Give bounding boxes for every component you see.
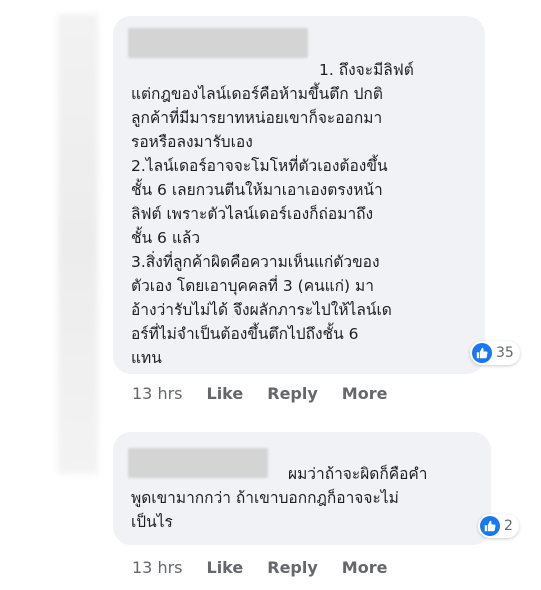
comment-line: รอหรือลงมารับเอง	[131, 133, 253, 151]
reaction-count: 35	[496, 345, 514, 361]
comment-bubble: ผมว่าถ้าจะผิดก็คือคำ พูดเขามากกว่า ถ้าเข…	[113, 432, 491, 545]
comment-line: อ้างว่ารับไม่ได้ จึงผลักภาระไปให้ไลน์เด	[131, 301, 392, 319]
comment-actions: 13 hrs Like Reply More	[132, 384, 411, 403]
comment-line: 2.ไลน์เดอร์อาจจะโมโหที่ตัวเองต้องขึ้น	[131, 157, 388, 175]
blurred-author-name[interactable]	[128, 448, 268, 478]
like-icon	[472, 343, 492, 363]
reaction-count: 2	[504, 518, 513, 534]
comment-line: เป็นไร	[131, 513, 173, 531]
comment-line: ชั้น 6 แล้ว	[131, 229, 201, 247]
comment-line: พูดเขามากกว่า ถ้าเขาบอกกฎก็อาจจะไม่	[131, 489, 399, 507]
blurred-author-name[interactable]	[128, 28, 308, 58]
comment-line: ชั้น 6 เลยกวนตีนให้มาเอาเองตรงหน้า	[131, 181, 383, 199]
comment-line: 3.สิ่งที่ลูกค้าผิดคือความเห็นแก่ตัวของ	[131, 253, 380, 271]
more-button[interactable]: More	[342, 384, 388, 403]
comment-first-line: 1. ถึงจะมีลิฟต์	[319, 61, 414, 79]
comment-line: ตัวเอง โดยเอาบุคคลที่ 3 (คนแก่) มา	[131, 277, 374, 295]
comment-first-line: ผมว่าถ้าจะผิดก็คือคำ	[288, 465, 428, 483]
comment-line: แทน	[131, 349, 162, 367]
reaction-count-badge[interactable]: 35	[470, 341, 520, 365]
like-icon	[480, 516, 500, 536]
reaction-count-badge[interactable]: 2	[478, 514, 519, 538]
comment-line: แต่กฎของไลน์เดอร์คือห้ามขึ้นตึก ปกติ	[131, 85, 383, 103]
comment-line: ลิฟต์ เพราะตัวไลน์เดอร์เองก็ถ่อมาถึง	[131, 205, 374, 223]
comment-actions: 13 hrs Like Reply More	[132, 558, 411, 577]
more-button[interactable]: More	[342, 558, 388, 577]
reply-button[interactable]: Reply	[267, 384, 318, 403]
like-button[interactable]: Like	[207, 384, 244, 403]
comment-timestamp[interactable]: 13 hrs	[132, 558, 183, 577]
reply-button[interactable]: Reply	[267, 558, 318, 577]
comment-timestamp[interactable]: 13 hrs	[132, 384, 183, 403]
comment-line: ลูกค้าที่มีมารยาทหน่อยเขาก็จะออกมา	[131, 109, 383, 127]
comment-line: อร์ที่ไม่จำเป็นต้องขึ้นตึกไปถึงชั้น 6	[131, 325, 359, 343]
comment-bubble: 1. ถึงจะมีลิฟต์ แต่กฎของไลน์เดอร์คือห้าม…	[113, 16, 485, 374]
blurred-avatar-column	[58, 14, 98, 474]
like-button[interactable]: Like	[207, 558, 244, 577]
